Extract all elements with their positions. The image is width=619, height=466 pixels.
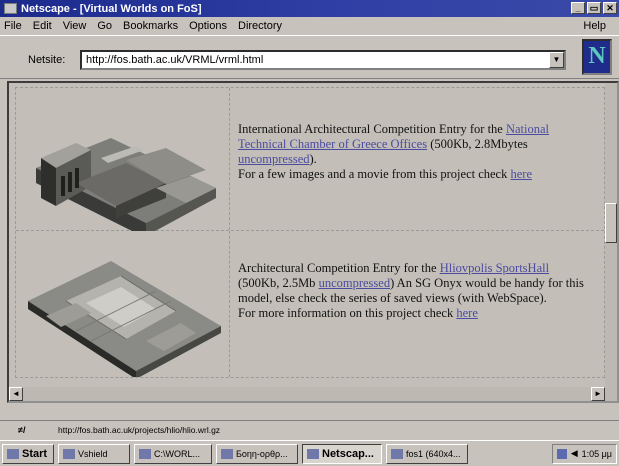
text-before: Architectural Competition Entry for the: [238, 261, 440, 275]
taskbar: Start Vshield C:\WORL... Бοηη-ορθρ... Ne…: [0, 440, 619, 466]
link-hliovpolis-sportshall[interactable]: Hliovpolis SportsHall: [440, 261, 549, 275]
tray-app-icon[interactable]: [556, 448, 567, 459]
folder-icon: [139, 448, 151, 459]
text-after: ).: [309, 152, 317, 166]
scroll-left-icon[interactable]: ◄: [9, 387, 23, 401]
menu-go[interactable]: Go: [97, 20, 112, 32]
model-thumbnail-sportshall[interactable]: [16, 231, 230, 379]
project-description-sportshall: Architectural Competition Entry for the …: [230, 231, 604, 377]
url-input[interactable]: http://fos.bath.ac.uk/VRML/vrml.html: [80, 50, 566, 70]
table-row: Architectural Competition Entry for the …: [16, 231, 604, 379]
menu-help[interactable]: Help: [583, 20, 606, 32]
task-vshield[interactable]: Vshield: [58, 443, 130, 464]
task-explorer[interactable]: C:\WORL...: [134, 443, 212, 464]
link-here[interactable]: here: [510, 167, 532, 181]
url-dropdown-icon[interactable]: ▼: [549, 52, 564, 68]
link-uncompressed[interactable]: uncompressed: [238, 152, 310, 166]
menu-bar: File Edit View Go Bookmarks Options Dire…: [0, 17, 619, 35]
task-image-viewer[interactable]: fos1 (640x4...: [386, 443, 468, 464]
scroll-thumb[interactable]: [605, 203, 617, 243]
content-viewport: International Architectural Competition …: [7, 81, 619, 403]
task-netscape[interactable]: Netscap...: [302, 443, 382, 464]
system-tray: ◀ 1:05 μμ: [551, 443, 617, 464]
text-before: International Architectural Competition …: [238, 122, 506, 136]
location-label: Netsite:: [28, 54, 66, 66]
start-button[interactable]: Start: [2, 443, 54, 464]
vertical-scrollbar[interactable]: [605, 83, 617, 401]
menu-options[interactable]: Options: [189, 20, 227, 32]
netscape-throbber-icon[interactable]: N: [582, 39, 612, 75]
menu-file[interactable]: File: [4, 20, 22, 32]
content-table: International Architectural Competition …: [15, 87, 605, 379]
menu-view[interactable]: View: [63, 20, 87, 32]
menu-edit[interactable]: Edit: [33, 20, 52, 32]
close-button[interactable]: ✕: [603, 2, 617, 14]
status-bar: ≠/ http://fos.bath.ac.uk/projects/hlio/h…: [0, 420, 619, 438]
model-thumbnail-offices[interactable]: [16, 88, 230, 238]
link-here[interactable]: here: [456, 306, 478, 320]
window-controls: _ ▭ ✕: [571, 2, 617, 14]
netscape-icon: [307, 448, 319, 459]
table-row: International Architectural Competition …: [16, 88, 604, 238]
windows-logo-icon: [7, 448, 19, 459]
more-info-text: For a few images and a movie from this p…: [238, 167, 511, 181]
more-info-text: For more information on this project che…: [238, 306, 457, 320]
menu-bookmarks[interactable]: Bookmarks: [123, 20, 178, 32]
text-mid: (500Kb, 2.8Mbytes: [427, 137, 528, 151]
status-text: http://fos.bath.ac.uk/projects/hlio/hlio…: [58, 424, 221, 435]
menu-directory[interactable]: Directory: [238, 20, 282, 32]
window-title: Netscape - [Virtual Worlds on FoS]: [21, 2, 202, 15]
minimize-button[interactable]: _: [571, 2, 585, 14]
vshield-icon: [63, 448, 75, 459]
maximize-button[interactable]: ▭: [587, 2, 601, 14]
scroll-right-icon[interactable]: ►: [591, 387, 605, 401]
text-mid: (500Kb, 2.5Mb: [238, 276, 319, 290]
speaker-icon[interactable]: ◀: [571, 448, 578, 459]
location-bar: Netsite: http://fos.bath.ac.uk/VRML/vrml…: [0, 35, 619, 79]
document-icon: [221, 448, 233, 459]
security-lock-icon[interactable]: ≠/: [18, 425, 48, 435]
horizontal-scrollbar[interactable]: ◄ ►: [9, 387, 617, 401]
netscape-app-icon[interactable]: [4, 3, 17, 14]
clock: 1:05 μμ: [581, 448, 612, 459]
image-icon: [391, 448, 403, 459]
title-bar: Netscape - [Virtual Worlds on FoS] _ ▭ ✕: [0, 0, 619, 17]
task-document[interactable]: Бοηη-ορθρ...: [216, 443, 298, 464]
link-uncompressed[interactable]: uncompressed: [319, 276, 391, 290]
project-description-offices: International Architectural Competition …: [230, 88, 604, 230]
